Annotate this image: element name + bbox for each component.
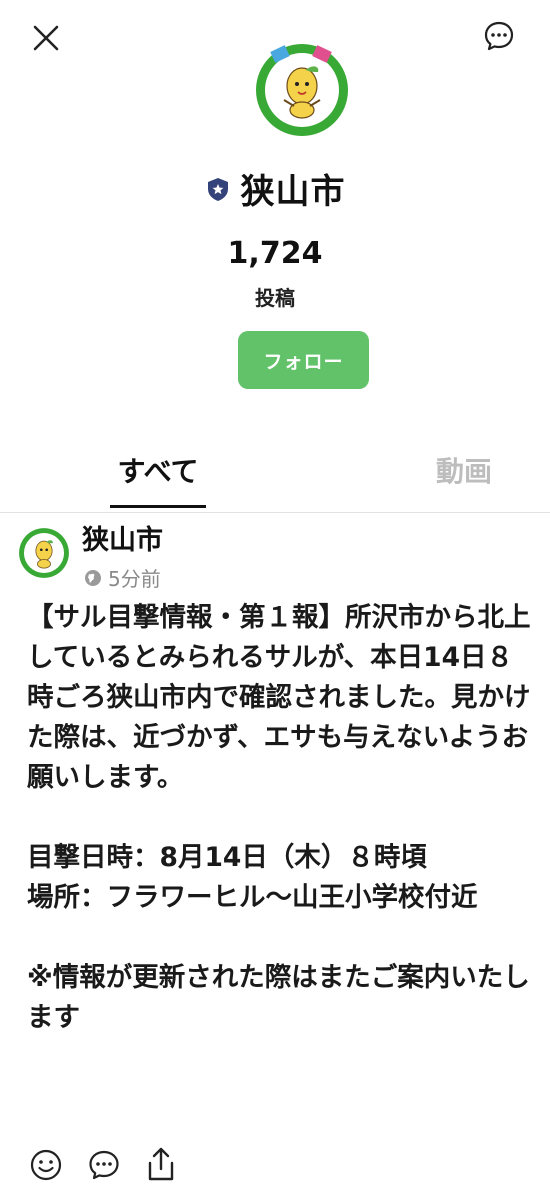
post-author-name[interactable]: 狭山市 [82,518,163,557]
tab-video[interactable]: 動画 [416,450,512,490]
profile-name-row: 狭山市 [0,164,550,213]
verified-shield-icon [207,177,228,201]
smile-icon [30,1149,62,1181]
comment-button[interactable] [84,1145,124,1185]
close-icon [33,25,59,51]
mascot-avatar-icon [19,528,69,578]
post-body-text: 【サル目撃情報・第１報】所沢市から北上しているとみられるサルが、本日14日８時ご… [27,602,531,1033]
comment-icon [89,1150,119,1180]
post-count-label: 投稿 [255,286,295,310]
share-icon [148,1147,174,1181]
close-button[interactable] [24,16,68,60]
mascot-avatar-icon [256,44,348,136]
profile-name: 狭山市 [240,172,346,212]
post-time: 5分前 [108,567,161,591]
react-button[interactable] [26,1145,66,1185]
tab-divider [0,512,550,513]
chat-bubble-more-icon [484,21,514,51]
post-author-avatar[interactable] [18,527,70,579]
tab-all[interactable]: すべて [110,450,206,490]
post-count: 1,724 [227,236,323,271]
share-button[interactable] [141,1143,181,1185]
profile-avatar[interactable] [254,42,350,138]
follow-button[interactable]: フォロー [238,331,369,389]
active-tab-indicator [110,505,206,508]
globe-icon [85,569,101,586]
post-meta: 5分前 [84,563,161,592]
more-options-button[interactable] [477,14,521,58]
